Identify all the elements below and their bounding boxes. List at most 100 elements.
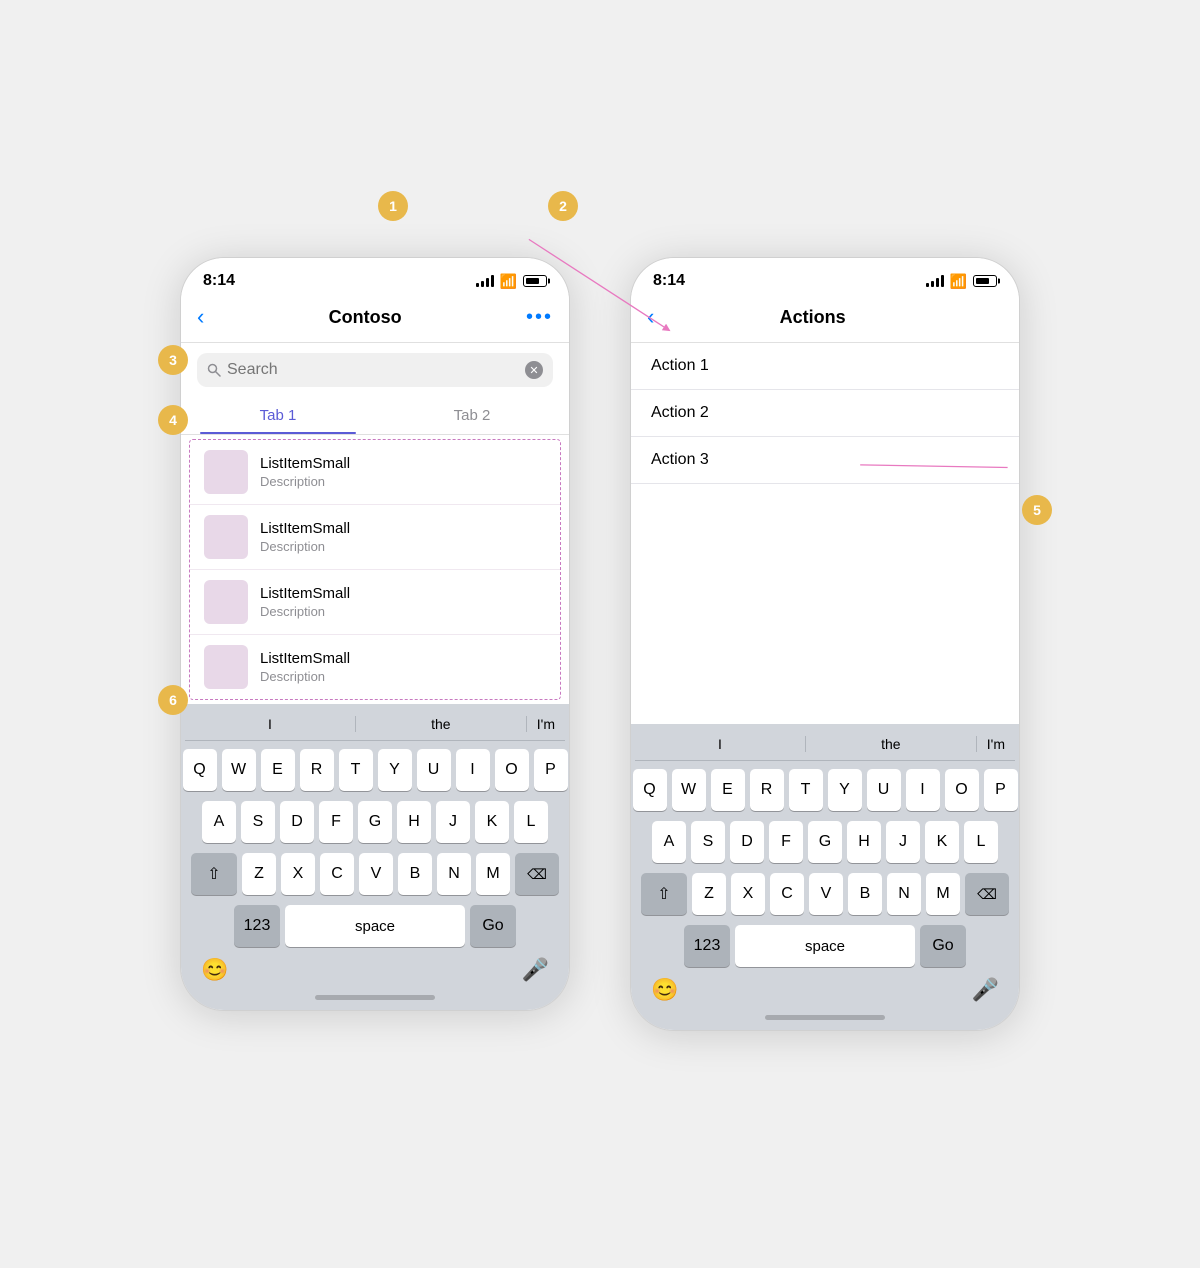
signal-icon (926, 275, 944, 287)
key-b[interactable]: B (398, 853, 432, 895)
space-key[interactable]: space (735, 925, 915, 967)
search-clear-button[interactable]: ✕ (525, 361, 543, 379)
key-i[interactable]: I (456, 749, 490, 791)
battery-icon (523, 275, 547, 287)
keyboard-row-2: A S D F G H J K L (635, 821, 1015, 863)
suggestion-item[interactable]: I (185, 716, 356, 732)
key-r[interactable]: R (300, 749, 334, 791)
search-bar: ✕ (181, 343, 569, 397)
key-n[interactable]: N (887, 873, 921, 915)
suggestion-item[interactable]: I'm (527, 716, 565, 732)
key-v[interactable]: V (359, 853, 393, 895)
key-t[interactable]: T (789, 769, 823, 811)
key-m[interactable]: M (926, 873, 960, 915)
key-q[interactable]: Q (633, 769, 667, 811)
emoji-button[interactable]: 😊 (651, 977, 678, 1003)
emoji-button[interactable]: 😊 (201, 957, 228, 983)
action-item-1[interactable]: Action 1 (631, 343, 1019, 390)
tab-2[interactable]: Tab 2 (375, 397, 569, 434)
key-e[interactable]: E (711, 769, 745, 811)
space-key[interactable]: space (285, 905, 465, 947)
badge-5: 5 (1022, 495, 1052, 525)
back-button-right[interactable]: ‹ (647, 304, 654, 330)
key-l[interactable]: L (514, 801, 548, 843)
suggestion-item[interactable]: the (806, 736, 977, 752)
key-p[interactable]: P (984, 769, 1018, 811)
shift-key[interactable]: ⇧ (641, 873, 687, 915)
key-c[interactable]: C (320, 853, 354, 895)
key-n[interactable]: N (437, 853, 471, 895)
left-phone: 8:14 📶 ‹ Contoso ••• (180, 257, 570, 1011)
key-i[interactable]: I (906, 769, 940, 811)
numbers-key[interactable]: 123 (684, 925, 730, 967)
go-key[interactable]: Go (920, 925, 966, 967)
list-item[interactable]: ListItemSmall Description (190, 635, 560, 699)
key-w[interactable]: W (672, 769, 706, 811)
key-j[interactable]: J (886, 821, 920, 863)
suggestion-item[interactable]: I'm (977, 736, 1015, 752)
list-item[interactable]: ListItemSmall Description (190, 570, 560, 635)
go-key[interactable]: Go (470, 905, 516, 947)
list-item[interactable]: ListItemSmall Description (190, 440, 560, 505)
key-f[interactable]: F (769, 821, 803, 863)
key-e[interactable]: E (261, 749, 295, 791)
key-m[interactable]: M (476, 853, 510, 895)
key-x[interactable]: X (731, 873, 765, 915)
list-area: ListItemSmall Description ListItemSmall … (189, 439, 561, 700)
key-j[interactable]: J (436, 801, 470, 843)
key-k[interactable]: K (925, 821, 959, 863)
key-s[interactable]: S (241, 801, 275, 843)
search-input[interactable] (227, 361, 519, 379)
key-o[interactable]: O (945, 769, 979, 811)
key-x[interactable]: X (281, 853, 315, 895)
action-item-2[interactable]: Action 2 (631, 390, 1019, 437)
wifi-icon: 📶 (950, 273, 967, 290)
key-t[interactable]: T (339, 749, 373, 791)
key-d[interactable]: D (280, 801, 314, 843)
key-s[interactable]: S (691, 821, 725, 863)
key-u[interactable]: U (417, 749, 451, 791)
suggestion-item[interactable]: I (635, 736, 806, 752)
key-v[interactable]: V (809, 873, 843, 915)
key-b[interactable]: B (848, 873, 882, 915)
key-c[interactable]: C (770, 873, 804, 915)
key-r[interactable]: R (750, 769, 784, 811)
key-y[interactable]: Y (378, 749, 412, 791)
list-item-thumbnail (204, 645, 248, 689)
shift-key[interactable]: ⇧ (191, 853, 237, 895)
key-h[interactable]: H (847, 821, 881, 863)
action-item-3[interactable]: Action 3 (631, 437, 1019, 484)
key-z[interactable]: Z (242, 853, 276, 895)
key-a[interactable]: A (652, 821, 686, 863)
keyboard-row-1: Q W E R T Y U I O P (635, 769, 1015, 811)
delete-key[interactable]: ⌫ (965, 873, 1009, 915)
key-g[interactable]: G (358, 801, 392, 843)
list-item[interactable]: ListItemSmall Description (190, 505, 560, 570)
key-k[interactable]: K (475, 801, 509, 843)
key-z[interactable]: Z (692, 873, 726, 915)
microphone-button[interactable]: 🎤 (972, 977, 999, 1003)
actions-list: Action 1 Action 2 Action 3 (631, 343, 1019, 724)
key-o[interactable]: O (495, 749, 529, 791)
key-u[interactable]: U (867, 769, 901, 811)
key-p[interactable]: P (534, 749, 568, 791)
back-button-left[interactable]: ‹ (197, 304, 204, 330)
key-y[interactable]: Y (828, 769, 862, 811)
search-container[interactable]: ✕ (197, 353, 553, 387)
suggestion-item[interactable]: the (356, 716, 527, 732)
list-item-description: Description (260, 539, 350, 554)
key-a[interactable]: A (202, 801, 236, 843)
key-d[interactable]: D (730, 821, 764, 863)
key-g[interactable]: G (808, 821, 842, 863)
key-h[interactable]: H (397, 801, 431, 843)
key-f[interactable]: F (319, 801, 353, 843)
key-q[interactable]: Q (183, 749, 217, 791)
key-l[interactable]: L (964, 821, 998, 863)
tab-1[interactable]: Tab 1 (181, 397, 375, 434)
numbers-key[interactable]: 123 (234, 905, 280, 947)
microphone-button[interactable]: 🎤 (522, 957, 549, 983)
more-button-left[interactable]: ••• (526, 306, 553, 329)
emoji-row: 😊 🎤 (635, 973, 1015, 1007)
key-w[interactable]: W (222, 749, 256, 791)
delete-key[interactable]: ⌫ (515, 853, 559, 895)
